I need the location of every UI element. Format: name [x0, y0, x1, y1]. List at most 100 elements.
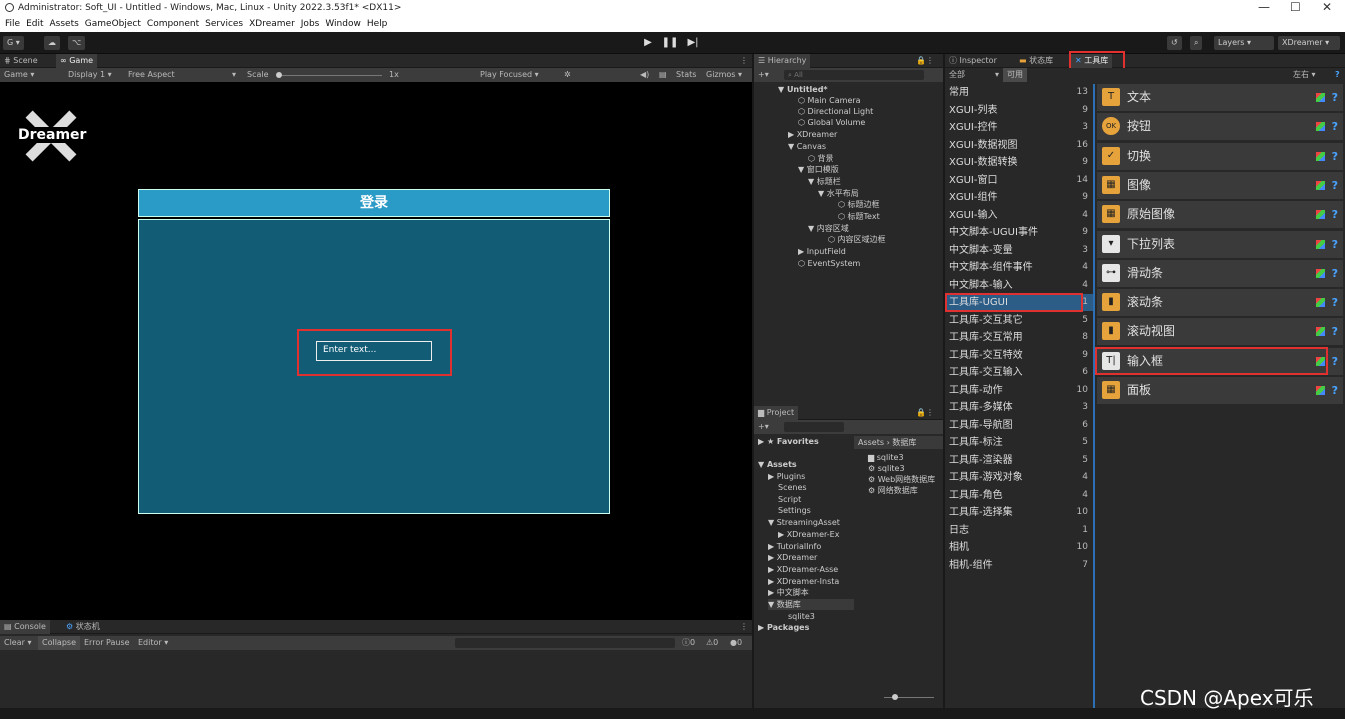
- tab-state-library[interactable]: ▬ 状态库: [1015, 54, 1057, 68]
- help-icon[interactable]: ?: [1332, 84, 1338, 111]
- hierarchy-item[interactable]: ▼ 标题栏: [808, 176, 841, 187]
- menu-jobs[interactable]: Jobs: [301, 19, 320, 29]
- unity-package-icon[interactable]: [1316, 298, 1325, 308]
- lock-icon[interactable]: 🔒⋮: [912, 54, 938, 68]
- project-tree-item[interactable]: ▶ Packages: [758, 622, 809, 633]
- text-input-field[interactable]: Enter text...: [316, 341, 432, 361]
- align-dropdown[interactable]: 左右 ▾: [1289, 68, 1320, 82]
- project-file[interactable]: ⚙ 网络数据库: [868, 485, 918, 496]
- scale-slider-track[interactable]: [282, 75, 382, 76]
- console-menu-icon[interactable]: ⋮: [736, 620, 752, 634]
- hierarchy-item[interactable]: ⬡ Main Camera: [798, 95, 861, 106]
- project-tree-item[interactable]: Script: [778, 494, 801, 505]
- help-icon[interactable]: ?: [1332, 377, 1338, 404]
- category-item[interactable]: 工具库-角色 4: [945, 487, 1093, 504]
- help-icon[interactable]: ?: [1332, 348, 1338, 375]
- help-icon[interactable]: ?: [1332, 113, 1338, 140]
- mute-icon[interactable]: ◀): [636, 68, 653, 82]
- project-tree-item[interactable]: ▶ XDreamer-Ex: [778, 529, 839, 540]
- project-search-input[interactable]: [784, 422, 844, 432]
- unity-package-icon[interactable]: [1316, 268, 1325, 278]
- project-breadcrumb[interactable]: Assets › 数据库: [854, 436, 943, 449]
- step-icon[interactable]: ▶|: [683, 36, 703, 50]
- hierarchy-item[interactable]: ⬡ 背景: [808, 153, 834, 164]
- display-dropdown[interactable]: Display 1 ▾: [64, 68, 116, 82]
- menu-services[interactable]: Services: [205, 19, 243, 29]
- help-icon[interactable]: ?: [1332, 231, 1338, 258]
- help-icon[interactable]: ?: [1332, 318, 1338, 345]
- project-tree-item[interactable]: Scenes: [778, 482, 807, 493]
- hierarchy-item[interactable]: ▶ XDreamer: [788, 129, 837, 140]
- collab-icon[interactable]: ⌥: [68, 36, 86, 50]
- unity-package-icon[interactable]: [1316, 327, 1325, 337]
- category-item[interactable]: 工具库-渲染器 5: [945, 452, 1093, 469]
- bug-icon[interactable]: ✲: [560, 68, 575, 82]
- hierarchy-item[interactable]: ⬡ 标题边框: [838, 199, 880, 210]
- help-icon[interactable]: ?: [1332, 260, 1338, 287]
- category-item[interactable]: 工具库-导航图 6: [945, 417, 1093, 434]
- hierarchy-item[interactable]: ▼ Canvas: [788, 141, 826, 152]
- hierarchy-item[interactable]: ▼ 内容区域: [808, 223, 849, 234]
- unity-package-icon[interactable]: [1316, 210, 1325, 220]
- component-item[interactable]: ▾ 下拉列表?: [1097, 230, 1343, 258]
- collapse-button[interactable]: Collapse: [38, 636, 80, 650]
- project-file[interactable]: ⚙ Web网络数据库: [868, 474, 935, 485]
- category-item[interactable]: 工具库-标注 5: [945, 434, 1093, 451]
- hierarchy-item[interactable]: ⬡ Global Volume: [798, 117, 865, 128]
- account-button[interactable]: G ▾: [3, 36, 24, 50]
- console-search-input[interactable]: [455, 638, 675, 648]
- maximize-icon[interactable]: ☐: [1290, 0, 1301, 14]
- category-item[interactable]: 相机-组件 7: [945, 557, 1093, 574]
- category-item[interactable]: 工具库-游戏对象 4: [945, 469, 1093, 486]
- help-icon[interactable]: ?: [1332, 172, 1338, 199]
- layers-dropdown[interactable]: Layers ▾: [1214, 36, 1274, 50]
- hierarchy-item[interactable]: ⬡ Directional Light: [798, 106, 873, 117]
- gizmos-dropdown[interactable]: Gizmos ▾: [702, 68, 746, 82]
- project-lock-icon[interactable]: 🔒⋮: [912, 406, 938, 420]
- layout-dropdown[interactable]: XDreamer ▾: [1278, 36, 1340, 50]
- icon-size-slider-handle[interactable]: [892, 694, 898, 700]
- project-file[interactable]: ▆ sqlite3: [868, 452, 904, 463]
- component-item[interactable]: ⊶ 滑动条?: [1097, 259, 1343, 287]
- menu-file[interactable]: File: [5, 19, 20, 29]
- menu-component[interactable]: Component: [147, 19, 199, 29]
- project-add-icon[interactable]: +▾: [754, 420, 773, 434]
- menu-gameobject[interactable]: GameObject: [85, 19, 141, 29]
- menu-assets[interactable]: Assets: [50, 19, 79, 29]
- panel-menu-icon[interactable]: ⋮: [736, 54, 752, 68]
- unity-package-icon[interactable]: [1316, 386, 1325, 395]
- unity-package-icon[interactable]: [1316, 93, 1325, 102]
- component-item[interactable]: ▮ 滚动视图?: [1097, 318, 1343, 346]
- menu-edit[interactable]: Edit: [26, 19, 43, 29]
- error-pause-button[interactable]: Error Pause: [80, 636, 134, 650]
- component-item[interactable]: ▦ 面板?: [1097, 377, 1343, 404]
- menu-xdreamer[interactable]: XDreamer: [249, 19, 295, 29]
- stats-icon[interactable]: ▤: [655, 68, 671, 82]
- component-item[interactable]: ✓ 切换?: [1097, 142, 1343, 170]
- component-item[interactable]: ▦ 原始图像?: [1097, 201, 1343, 229]
- tab-scene[interactable]: ⋕ Scene: [0, 54, 42, 68]
- unity-package-icon[interactable]: [1316, 122, 1325, 132]
- project-tree-item[interactable]: ▼ 数据库: [768, 599, 854, 610]
- help-icon[interactable]: ?: [1331, 68, 1344, 82]
- add-icon[interactable]: +▾: [754, 68, 773, 82]
- component-item[interactable]: T 文本?: [1097, 84, 1343, 111]
- help-icon[interactable]: ?: [1332, 143, 1338, 170]
- project-tree-item[interactable]: ▶ TutorialInfo: [768, 541, 821, 552]
- hierarchy-item[interactable]: ▼ 窗口模版: [798, 164, 839, 175]
- available-filter[interactable]: 可用: [1003, 68, 1027, 82]
- hierarchy-item[interactable]: ⬡ EventSystem: [798, 258, 860, 269]
- tab-console[interactable]: ▤ Console: [0, 620, 50, 634]
- pause-icon[interactable]: ❚❚: [660, 36, 680, 50]
- tab-project[interactable]: ▆ Project: [754, 406, 799, 420]
- game-mode-dropdown[interactable]: Game ▾: [0, 68, 38, 82]
- project-tree-item[interactable]: Settings: [778, 505, 811, 516]
- history-icon[interactable]: ↺: [1167, 36, 1182, 50]
- hierarchy-item[interactable]: ⬡ 内容区域边框: [828, 234, 886, 245]
- play-focused-dropdown[interactable]: Play Focused ▾: [476, 68, 543, 82]
- category-item[interactable]: 工具库-选择集 10: [945, 504, 1093, 521]
- hierarchy-search-input[interactable]: ⌕ All: [784, 70, 924, 80]
- component-item[interactable]: OK 按钮?: [1097, 113, 1343, 141]
- hierarchy-item[interactable]: ▶ InputField: [798, 246, 846, 257]
- unity-package-icon[interactable]: [1316, 180, 1325, 190]
